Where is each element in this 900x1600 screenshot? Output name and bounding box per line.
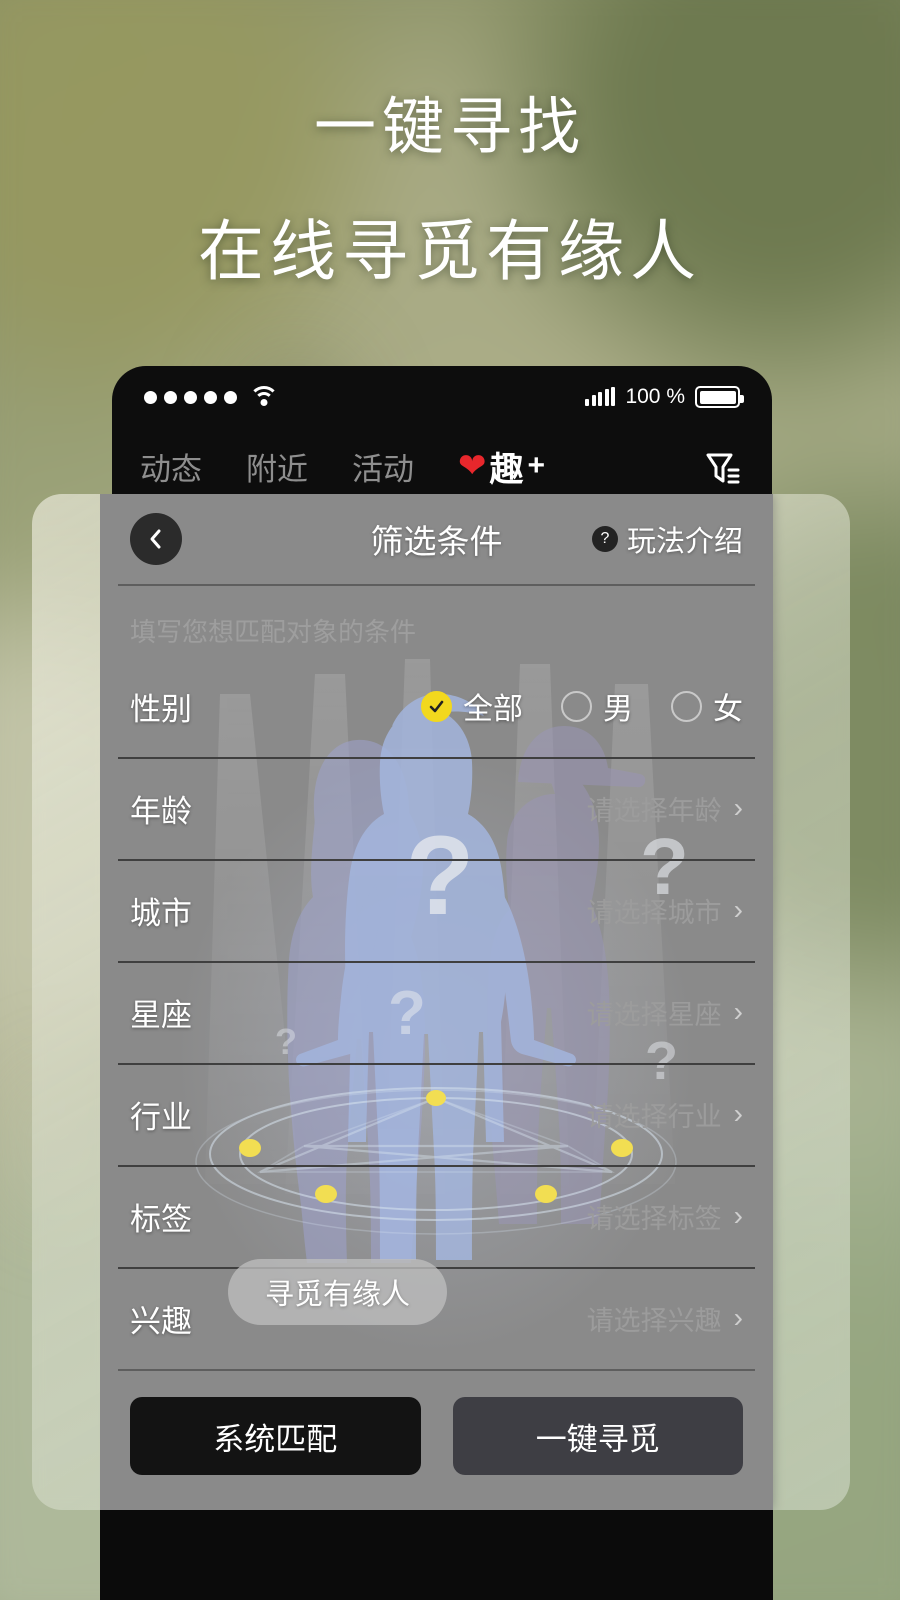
gender-option-male[interactable]: 男 [561,684,633,728]
sheet-backdrop-strip [100,1510,773,1600]
tab-fujin[interactable]: 附近 [246,444,308,493]
radio-checked-icon [421,690,452,722]
question-mark-icon: ? [591,526,618,552]
row-value-text: 请选择兴趣 [586,1305,722,1336]
row-label: 星座 [130,997,192,1033]
row-value-text: 请选择行业 [586,1101,722,1132]
gender-label: 全部 [463,693,523,726]
row-industry[interactable]: 行业 请选择行业 › [100,1063,773,1165]
row-city[interactable]: 城市 请选择城市 › [100,859,773,961]
row-value-text: 请选择标签 [586,1203,722,1234]
row-value: 请选择兴趣 › [587,1299,743,1338]
tab-plus-label: + [527,449,546,482]
tab-label: 趣 [489,450,524,489]
heart-icon: ❤ [458,447,487,485]
row-value-text: 请选择年龄 [586,795,722,826]
radio-unchecked-icon [671,690,702,722]
row-value-text: 请选择星座 [586,999,722,1030]
howto-link[interactable]: ? 玩法介绍 [591,518,743,560]
gender-option-female[interactable]: 女 [671,684,743,728]
headline-secondary: 在线寻觅有缘人 [198,214,702,288]
wifi-icon [249,386,279,408]
headline-primary: 一键寻找 [313,93,586,162]
tab-label: 活动 [352,451,414,487]
filter-icon[interactable] [700,446,744,490]
radio-unchecked-icon [561,690,592,722]
tab-qu[interactable]: ❤ 趣 + [458,442,546,509]
battery-percent-label: 100 % [625,385,685,408]
filter-sheet: ? ? ? ? ? 筛选条件 ? 玩法介绍 填写您想匹配对象的条件 性别 全部 … [100,494,773,1510]
sheet-subtitle: 填写您想匹配对象的条件 [130,617,417,647]
gender-label: 女 [713,693,743,726]
back-button[interactable] [130,513,182,565]
row-constellation[interactable]: 星座 请选择星座 › [100,961,773,1063]
row-label: 性别 [130,691,192,727]
row-value: 请选择行业 › [587,1095,743,1134]
howto-label: 玩法介绍 [626,526,743,558]
row-label: 年龄 [130,793,192,829]
tab-huodong[interactable]: 活动 [352,444,414,493]
row-label: 标签 [130,1201,192,1237]
row-value: 请选择标签 › [587,1197,743,1236]
filter-rows: 性别 全部 男 女 年龄 请选择年龄 › 城市 请选择城市 › 星座 请选择星座… [100,655,773,1369]
row-label: 兴趣 [130,1303,192,1339]
row-tags[interactable]: 标签 请选择标签 › [100,1165,773,1267]
battery-icon [695,386,744,408]
chevron-right-icon: › [733,1302,743,1333]
system-match-button[interactable]: 系统匹配 [130,1397,421,1475]
row-label: 行业 [130,1099,192,1135]
chevron-right-icon: › [733,996,743,1027]
row-label: 城市 [130,895,192,931]
seek-destined-person-pill[interactable]: 寻觅有缘人 [228,1259,447,1325]
tab-dongtai[interactable]: 动态 [140,444,202,493]
one-key-seek-button[interactable]: 一键寻觅 [452,1397,743,1475]
tab-label: 附近 [246,451,308,487]
carrier-dots-icon [144,390,237,404]
chevron-right-icon: › [733,1200,743,1231]
sheet-header: 筛选条件 ? 玩法介绍 [100,494,773,584]
signal-bars-icon [585,387,616,406]
status-bar: 100 % [112,366,772,428]
row-value: 请选择星座 › [587,993,743,1032]
gender-option-all[interactable]: 全部 [421,684,523,728]
chevron-left-icon [150,529,161,549]
sheet-actions: 系统匹配 一键寻觅 [100,1371,773,1475]
chevron-right-icon: › [733,792,743,823]
row-gender: 性别 全部 男 女 [100,655,773,757]
tab-label: 动态 [140,451,202,487]
gender-label: 男 [603,693,633,726]
row-age[interactable]: 年龄 请选择年龄 › [100,757,773,859]
row-value-text: 请选择城市 [586,897,722,928]
row-value: 请选择年龄 › [587,789,743,828]
gender-radio-group: 全部 男 女 [421,684,743,728]
row-value: 请选择城市 › [587,891,743,930]
chevron-right-icon: › [733,894,743,925]
chevron-right-icon: › [733,1098,743,1129]
